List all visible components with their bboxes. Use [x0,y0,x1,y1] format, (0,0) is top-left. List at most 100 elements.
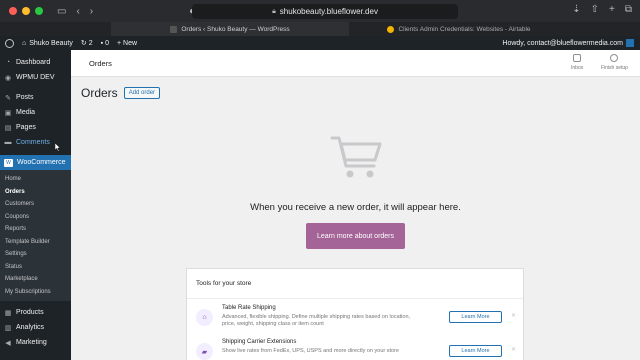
tab-airtable[interactable]: Clients Admin Credentials: Websites - Ai… [369,22,549,36]
submenu-status[interactable]: Status [0,261,71,274]
address-bar[interactable]: 🔒︎ shukobeauty.blueflower.dev [192,4,458,19]
inbox-icon [573,54,582,62]
forward-arrow-icon[interactable]: › [90,6,93,17]
close-window-button[interactable] [9,7,17,15]
submenu-settings[interactable]: Settings [0,248,71,261]
finish-setup-label: Finish setup [601,65,628,71]
pin-icon: ✎ [5,94,11,102]
learn-more-about-orders-button[interactable]: Learn more about orders [306,223,405,249]
mouse-cursor-icon [55,143,61,152]
avatar [626,39,634,47]
tool-text: Shipping Carrier Extensions Show live ra… [222,339,412,355]
minimize-window-button[interactable] [22,7,30,15]
sidebar-item-analytics[interactable]: ▥ Analytics [0,320,71,335]
submenu-orders[interactable]: Orders [0,186,71,199]
site-name: Shuko Beauty [29,39,73,47]
shipping-table-icon: ⌂ [196,309,213,326]
sidebar-item-label: WooCommerce [17,159,66,166]
comments-count: 0 [105,39,109,47]
submenu-coupons[interactable]: Coupons [0,211,71,224]
lock-icon: 🔒︎ [272,7,276,15]
finish-setup-button[interactable]: Finish setup [601,54,628,71]
zoom-window-button[interactable] [35,7,43,15]
sidebar-toggle-icon[interactable]: ▭ [57,6,66,17]
tool-name: Shipping Carrier Extensions [222,339,297,345]
wordpress-logo-icon[interactable] [5,38,14,48]
tool-text: Table Rate Shipping Advanced, flexible s… [222,305,412,329]
woocommerce-header: Orders Inbox Finish setup [71,50,640,77]
box-icon: ▦ [4,309,12,317]
updates-icon: ↻ [80,40,87,47]
tool-name: Table Rate Shipping [222,305,276,311]
tab-overview-icon[interactable]: ⧉ [625,4,632,15]
tab-label: Clients Admin Credentials: Websites - Ai… [398,25,531,33]
comment-bubble-icon: ▪ [100,39,104,47]
comments-link[interactable]: ▪ 0 [101,40,109,47]
submenu-my-subscriptions[interactable]: My Subscriptions [0,286,71,299]
sidebar-item-label: Analytics [16,324,45,331]
submenu-marketplace[interactable]: Marketplace [0,273,71,286]
truck-icon: ▰ [196,343,213,360]
site-name-link[interactable]: ⌂ Shuko Beauty [22,40,73,47]
tool-item-table-rate-shipping: ⌂ Table Rate Shipping Advanced, flexible… [187,299,523,333]
inbox-button[interactable]: Inbox [571,54,583,71]
sidebar-item-label: Marketing [16,339,47,346]
new-tab-icon[interactable]: + [609,4,615,15]
add-order-button[interactable]: Add order [123,87,161,99]
sidebar-item-label: WPMU DEV [16,74,55,81]
sidebar-item-label: Dashboard [16,59,51,66]
comment-icon: ▬ [4,139,12,146]
submenu-template-builder[interactable]: Template Builder [0,236,71,249]
back-arrow-icon[interactable]: ‹ [76,6,79,17]
main-content: Orders Inbox Finish setup Orders Add ord… [71,50,640,360]
sidebar-item-wpmu-dev[interactable]: ◉ WPMU DEV [0,70,71,85]
wpmudev-icon: ◉ [4,74,12,82]
dashboard-icon: ◔ [5,59,11,66]
empty-state-message: When you receive a new order, it will ap… [250,202,461,213]
updates-link[interactable]: ↻ 2 [80,39,93,48]
sidebar-item-label: Comments [16,139,50,146]
tab-orders[interactable]: Orders ‹ Shuko Beauty — WordPress [111,22,349,36]
my-account-link[interactable]: Howdy, contact@blueflowermedia.com [502,39,634,47]
airtable-favicon-icon [387,25,395,33]
sidebar-item-media[interactable]: ▣ Media [0,105,71,120]
empty-state: When you receive a new order, it will ap… [71,134,640,249]
download-icon[interactable]: ⇣ [572,4,580,15]
tab-bar: Orders ‹ Shuko Beauty — WordPress Client… [0,22,640,36]
sidebar-item-woocommerce[interactable]: W WooCommerce [0,155,71,170]
sidebar-item-pages[interactable]: ▤ Pages [0,120,71,135]
home-icon: ⌂ [22,39,27,47]
submenu-home[interactable]: Home [0,173,71,186]
learn-more-button[interactable]: Learn More [449,345,502,357]
tool-description: Show live rates from FedEx, UPS, USPS an… [222,348,399,354]
tools-panel: Tools for your store ⌂ Table Rate Shippi… [186,268,524,360]
sidebar-item-posts[interactable]: ✎ Posts [0,90,71,105]
page-heading: Orders Add order [81,86,161,100]
wp-admin-bar: ⌂ Shuko Beauty ↻ 2 ▪ 0 + New Howdy, cont… [0,36,640,50]
inbox-label: Inbox [571,65,584,71]
browser-toolbar: ▭ ‹ › ◐ 🔒︎ shukobeauty.blueflower.dev ⇣ … [0,0,640,22]
learn-more-button[interactable]: Learn More [449,311,502,323]
dismiss-icon[interactable]: ✕ [511,312,516,319]
sidebar-item-label: Posts [16,94,34,101]
tool-item-shipping-carrier-extensions: ▰ Shipping Carrier Extensions Show live … [187,333,523,360]
dismiss-icon[interactable]: ✕ [511,346,516,353]
page-title: Orders [81,86,118,100]
pages-icon: ▤ [4,124,12,132]
progress-ring-icon [610,54,619,62]
tools-title: Tools for your store [187,269,523,299]
submenu-reports[interactable]: Reports [0,223,71,236]
new-content-link[interactable]: + New [117,40,137,47]
sidebar-item-label: Pages [16,124,36,131]
woocommerce-submenu: Home Orders Customers Coupons Reports Te… [0,170,71,301]
chart-icon: ▥ [4,324,12,332]
url-text: shukobeauty.blueflower.dev [279,7,378,16]
sidebar-item-dashboard[interactable]: ◔ Dashboard [0,55,71,70]
submenu-customers[interactable]: Customers [0,198,71,211]
sidebar-item-marketing[interactable]: ◀ Marketing [0,335,71,350]
sidebar-item-label: Media [16,109,36,116]
sidebar-item-products[interactable]: ▦ Products [0,305,71,320]
share-icon[interactable]: ⇧ [591,4,599,15]
browser-actions: ⇣ ⇧ + ⧉ [572,4,632,15]
updates-count: 2 [88,39,93,47]
